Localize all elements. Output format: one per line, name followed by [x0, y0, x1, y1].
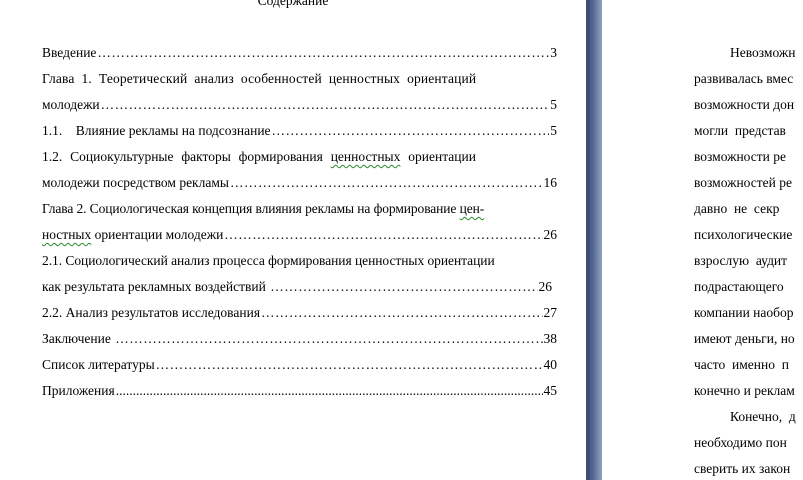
- body-text-line: Конечно, д: [730, 409, 796, 424]
- toc-entry-appendices: Приложения 45: [42, 382, 557, 400]
- document-page-left: Содержание Введение 3 Глава 1. Теоретиче…: [0, 0, 586, 480]
- toc-entry-references: Список литературы 40: [42, 356, 557, 374]
- body-text-line: имеют деньги, но: [694, 331, 795, 346]
- toc-entry-title: молодежи: [42, 97, 100, 112]
- toc-entry-title: Список литературы: [42, 357, 155, 372]
- body-text-line: конечно и реклам: [694, 383, 795, 398]
- toc-entry-chapter2-line2: ностных ориентации молодежи 26: [42, 226, 557, 244]
- toc-entry-title: Глава 2. Социологическая концепция влиян…: [42, 201, 485, 216]
- toc-page-number: 38: [543, 331, 558, 346]
- spellcheck-underline: ностных: [42, 227, 92, 242]
- toc-entry-2-1-line2: как результата рекламных воздействий 26: [42, 278, 557, 296]
- body-text-line: компании наобор: [694, 305, 794, 320]
- body-text-line: могли представ: [694, 123, 786, 138]
- toc-page-number: 5: [550, 97, 557, 112]
- toc-entry-title: Приложения: [42, 383, 115, 398]
- toc-entry-conclusion: Заключение 38: [42, 330, 557, 348]
- toc-page-number: 5: [550, 123, 557, 138]
- body-text-line: сверить их закон: [694, 461, 791, 476]
- toc-entry-introduction: Введение 3: [42, 44, 557, 62]
- toc-entry-title: как результата рекламных воздействий: [42, 279, 270, 294]
- toc-entry-chapter2-line1: Глава 2. Социологическая концепция влиян…: [42, 200, 557, 218]
- toc-page-number: 3: [550, 45, 557, 60]
- toc-leader-dots: [270, 278, 537, 296]
- body-text-line: взрослую аудит: [694, 253, 788, 268]
- toc-entry-title: 2.2. Анализ результатов исследования: [42, 305, 261, 320]
- toc-entry-1-2-line1: 1.2. Социокультурные факторы формировани…: [42, 148, 557, 166]
- body-text-line: часто именно п: [694, 357, 789, 372]
- toc-entry-2-1-line1: 2.1. Социологический анализ процесса фор…: [42, 252, 557, 270]
- toc-entry-2-2: 2.2. Анализ результатов исследования 27: [42, 304, 557, 322]
- body-text-line: возможностей ре: [694, 175, 792, 190]
- toc-page-number: 26: [538, 279, 553, 294]
- body-text-line: психологические: [694, 227, 793, 242]
- toc-leader-dots: [224, 226, 542, 244]
- toc-entry-title: Введение: [42, 45, 97, 60]
- spellcheck-underline: цен-: [459, 201, 485, 216]
- spellcheck-underline: ценностных: [330, 149, 401, 164]
- toc-heading: Содержание: [257, 0, 329, 8]
- toc-page-number: 27: [543, 305, 558, 320]
- body-text-line: возможности дон: [694, 97, 795, 112]
- toc-entry-1-1: 1.1. Влияние рекламы на подсознание 5: [42, 122, 557, 140]
- toc-leader-dots: [156, 356, 543, 374]
- toc-entry-title: ностных ориентации молодежи: [42, 227, 224, 242]
- toc-leader-dots: [115, 330, 542, 348]
- toc-entry-title: Глава 1. Теоретический анализ особенност…: [42, 71, 477, 86]
- toc-entry-title: 2.1. Социологический анализ процесса фор…: [42, 253, 495, 268]
- page-gutter: [586, 0, 602, 480]
- toc-entry-chapter1-line1: Глава 1. Теоретический анализ особенност…: [42, 70, 557, 88]
- toc-leader-dots: [116, 382, 543, 400]
- toc-leader-dots: [101, 96, 550, 114]
- toc-leader-dots: [97, 44, 549, 62]
- toc-entry-title: 1.1. Влияние рекламы на подсознание: [42, 123, 271, 138]
- toc-page-number: 16: [543, 175, 558, 190]
- toc-page-number: 26: [543, 227, 558, 242]
- toc-page-number: 40: [543, 357, 558, 372]
- toc-leader-dots: [230, 174, 543, 192]
- toc-entry-title: Заключение: [42, 331, 115, 346]
- body-text-line: развивалась вмес: [694, 71, 794, 86]
- document-page-right: Невозможн развивалась вмес возможности д…: [602, 0, 803, 480]
- toc-leader-dots: [272, 122, 550, 140]
- body-text-line: необходимо пон: [694, 435, 787, 450]
- toc-entry-title: молодежи посредством рекламы: [42, 175, 229, 190]
- toc-entry-title: 1.2. Социокультурные факторы формировани…: [42, 149, 476, 164]
- body-text-line: возможности ре: [694, 149, 787, 164]
- body-text-line: подрастающего: [694, 279, 784, 294]
- toc-entry-1-2-line2: молодежи посредством рекламы 16: [42, 174, 557, 192]
- body-text-line: давно не секр: [694, 201, 780, 216]
- toc-leader-dots: [261, 304, 542, 322]
- body-text-line: Невозможн: [730, 45, 796, 60]
- toc-page-number: 45: [543, 383, 558, 398]
- toc-entry-chapter1-line2: молодежи 5: [42, 96, 557, 114]
